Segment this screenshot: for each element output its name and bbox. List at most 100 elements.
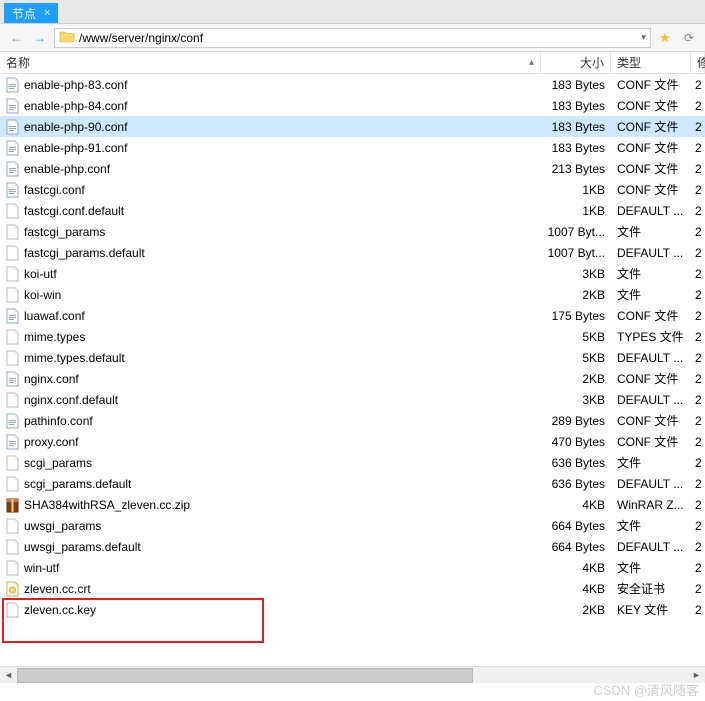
file-row[interactable]: enable-php.conf213 BytesCONF 文件2 bbox=[0, 158, 705, 179]
scroll-track[interactable] bbox=[17, 667, 688, 684]
tab-bar: 节点 × bbox=[0, 0, 705, 24]
file-row[interactable]: mime.types5KBTYPES 文件2 bbox=[0, 326, 705, 347]
file-row[interactable]: scgi_params636 Bytes文件2 bbox=[0, 452, 705, 473]
file-name: zleven.cc.crt bbox=[24, 582, 541, 596]
file-name: fastcgi.conf.default bbox=[24, 204, 541, 218]
close-icon[interactable]: × bbox=[44, 7, 50, 19]
tab-node[interactable]: 节点 × bbox=[4, 3, 58, 23]
file-date: 2 bbox=[691, 141, 705, 155]
file-row[interactable]: enable-php-84.conf183 BytesCONF 文件2 bbox=[0, 95, 705, 116]
file-row[interactable]: proxy.conf470 BytesCONF 文件2 bbox=[0, 431, 705, 452]
file-date: 2 bbox=[691, 456, 705, 470]
file-size: 1007 Byt... bbox=[541, 246, 611, 260]
file-name: enable-php.conf bbox=[24, 162, 541, 176]
sort-icon: ▴ bbox=[529, 57, 534, 68]
file-row[interactable]: enable-php-91.conf183 BytesCONF 文件2 bbox=[0, 137, 705, 158]
file-row[interactable]: fastcgi.conf1KBCONF 文件2 bbox=[0, 179, 705, 200]
file-row[interactable]: koi-utf3KB文件2 bbox=[0, 263, 705, 284]
file-icon bbox=[4, 392, 20, 408]
file-icon bbox=[4, 434, 20, 450]
forward-button[interactable]: → bbox=[30, 29, 50, 47]
favorite-button[interactable]: ★ bbox=[655, 29, 675, 47]
file-size: 289 Bytes bbox=[541, 414, 611, 428]
file-date: 2 bbox=[691, 603, 705, 617]
file-type: CONF 文件 bbox=[611, 118, 691, 135]
file-icon bbox=[4, 497, 20, 513]
file-row[interactable]: scgi_params.default636 BytesDEFAULT ...2 bbox=[0, 473, 705, 494]
scroll-left-button[interactable]: ◄ bbox=[0, 667, 17, 684]
file-name: koi-utf bbox=[24, 267, 541, 281]
file-size: 1KB bbox=[541, 183, 611, 197]
file-type: CONF 文件 bbox=[611, 97, 691, 114]
header-size[interactable]: 大小 bbox=[541, 52, 611, 73]
file-size: 3KB bbox=[541, 393, 611, 407]
file-date: 2 bbox=[691, 204, 705, 218]
file-size: 3KB bbox=[541, 267, 611, 281]
file-icon bbox=[4, 518, 20, 534]
file-row[interactable]: zleven.cc.key2KBKEY 文件2 bbox=[0, 599, 705, 620]
path-input[interactable]: /www/server/nginx/conf ▾ bbox=[54, 28, 651, 48]
file-name: nginx.conf bbox=[24, 372, 541, 386]
file-size: 183 Bytes bbox=[541, 99, 611, 113]
file-size: 213 Bytes bbox=[541, 162, 611, 176]
file-row[interactable]: fastcgi_params.default1007 Byt...DEFAULT… bbox=[0, 242, 705, 263]
file-size: 664 Bytes bbox=[541, 540, 611, 554]
file-date: 2 bbox=[691, 498, 705, 512]
file-size: 4KB bbox=[541, 561, 611, 575]
file-icon bbox=[4, 602, 20, 618]
refresh-button[interactable]: ⟳ bbox=[679, 29, 699, 47]
file-type: DEFAULT ... bbox=[611, 246, 691, 260]
file-row[interactable]: koi-win2KB文件2 bbox=[0, 284, 705, 305]
file-row[interactable]: fastcgi_params1007 Byt...文件2 bbox=[0, 221, 705, 242]
file-row[interactable]: win-utf4KB文件2 bbox=[0, 557, 705, 578]
dropdown-icon[interactable]: ▾ bbox=[641, 32, 646, 43]
file-icon bbox=[4, 476, 20, 492]
file-icon bbox=[4, 287, 20, 303]
file-type: CONF 文件 bbox=[611, 181, 691, 198]
header-type[interactable]: 类型 bbox=[611, 52, 691, 73]
file-name: scgi_params bbox=[24, 456, 541, 470]
file-row[interactable]: enable-php-83.conf183 BytesCONF 文件2 bbox=[0, 74, 705, 95]
file-row[interactable]: pathinfo.conf289 BytesCONF 文件2 bbox=[0, 410, 705, 431]
file-icon bbox=[4, 581, 20, 597]
file-icon bbox=[4, 329, 20, 345]
header-name[interactable]: 名称 ▴ bbox=[0, 52, 541, 73]
header-date[interactable]: 修 bbox=[691, 52, 705, 73]
file-row[interactable]: nginx.conf2KBCONF 文件2 bbox=[0, 368, 705, 389]
file-row[interactable]: SHA384withRSA_zleven.cc.zip4KBWinRAR Z..… bbox=[0, 494, 705, 515]
file-type: DEFAULT ... bbox=[611, 393, 691, 407]
file-size: 1KB bbox=[541, 204, 611, 218]
file-date: 2 bbox=[691, 246, 705, 260]
file-name: fastcgi.conf bbox=[24, 183, 541, 197]
file-row[interactable]: uwsgi_params.default664 BytesDEFAULT ...… bbox=[0, 536, 705, 557]
file-row[interactable]: nginx.conf.default3KBDEFAULT ...2 bbox=[0, 389, 705, 410]
file-name: koi-win bbox=[24, 288, 541, 302]
file-list: enable-php-83.conf183 BytesCONF 文件2enabl… bbox=[0, 74, 705, 684]
file-size: 470 Bytes bbox=[541, 435, 611, 449]
scroll-thumb[interactable] bbox=[17, 668, 473, 683]
file-type: DEFAULT ... bbox=[611, 351, 691, 365]
file-row[interactable]: mime.types.default5KBDEFAULT ...2 bbox=[0, 347, 705, 368]
file-icon bbox=[4, 350, 20, 366]
file-name: enable-php-83.conf bbox=[24, 78, 541, 92]
back-button[interactable]: ← bbox=[6, 29, 26, 47]
file-size: 5KB bbox=[541, 330, 611, 344]
file-type: 安全证书 bbox=[611, 580, 691, 597]
file-name: enable-php-91.conf bbox=[24, 141, 541, 155]
file-icon bbox=[4, 140, 20, 156]
file-row[interactable]: fastcgi.conf.default1KBDEFAULT ...2 bbox=[0, 200, 705, 221]
path-text: /www/server/nginx/conf bbox=[79, 31, 203, 45]
file-icon bbox=[4, 77, 20, 93]
file-row[interactable]: zleven.cc.crt4KB安全证书2 bbox=[0, 578, 705, 599]
file-row[interactable]: enable-php-90.conf183 BytesCONF 文件2 bbox=[0, 116, 705, 137]
file-type: 文件 bbox=[611, 265, 691, 282]
file-date: 2 bbox=[691, 162, 705, 176]
file-date: 2 bbox=[691, 225, 705, 239]
file-name: uwsgi_params bbox=[24, 519, 541, 533]
file-size: 2KB bbox=[541, 288, 611, 302]
file-name: proxy.conf bbox=[24, 435, 541, 449]
file-size: 183 Bytes bbox=[541, 78, 611, 92]
file-date: 2 bbox=[691, 561, 705, 575]
file-row[interactable]: luawaf.conf175 BytesCONF 文件2 bbox=[0, 305, 705, 326]
file-row[interactable]: uwsgi_params664 Bytes文件2 bbox=[0, 515, 705, 536]
